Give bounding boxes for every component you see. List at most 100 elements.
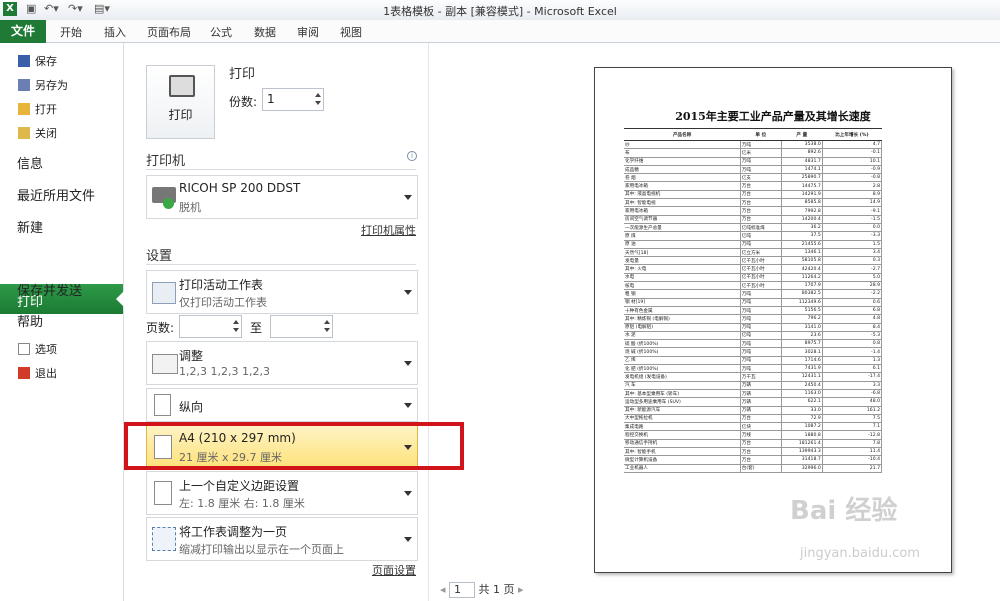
nav-save-as[interactable]: 另存为: [18, 77, 68, 93]
table-cell: 0.8: [822, 339, 883, 349]
table-cell: 亿吨: [739, 331, 782, 341]
copies-label: 份数:: [229, 95, 258, 109]
table-cell: 家用电冰箱: [624, 181, 741, 191]
table-cell: 硫 酸 (折100%): [624, 339, 741, 349]
table-cell: 3538.0: [781, 140, 823, 150]
table-cell: 原 油: [624, 240, 741, 249]
table-cell: 一次能源生产总量: [624, 223, 741, 233]
table-cell: -17.4: [822, 372, 883, 382]
page-setup-link[interactable]: 页面设置: [372, 562, 416, 578]
table-cell: 核电: [624, 281, 741, 291]
tab-page-layout[interactable]: 页面布局: [147, 24, 191, 40]
orientation-dropdown[interactable]: 纵向: [146, 388, 418, 422]
pages-from-spinner[interactable]: [179, 315, 242, 338]
printer-properties-link[interactable]: 打印机属性: [361, 222, 416, 238]
page-number-input[interactable]: 1: [449, 582, 476, 598]
table-row: 成品糖 万吨 1474.1 -0.9: [624, 165, 883, 175]
spin-down-icon[interactable]: [315, 101, 321, 105]
table-cell: 化学纤维: [624, 157, 741, 166]
nav-exit[interactable]: 退出: [18, 365, 57, 381]
tab-home[interactable]: 开始: [60, 24, 82, 40]
tab-review[interactable]: 审阅: [297, 24, 319, 40]
options-icon: [18, 343, 30, 355]
exit-icon: [18, 367, 30, 379]
table-cell: 139943.3: [781, 447, 823, 457]
table-row: 汽 车万辆 2450.4 3.3: [624, 381, 883, 390]
table-cell: 亿吨: [739, 231, 782, 241]
table-cell: 37.5: [781, 231, 823, 241]
table-cell: 万吨: [739, 289, 782, 299]
table-cell: 10.1: [822, 157, 883, 166]
copies-spinner[interactable]: 1: [262, 88, 324, 111]
table-cell: 21.7: [822, 464, 883, 473]
pages-to-spinner[interactable]: [270, 315, 333, 338]
table-cell: 万吨: [739, 298, 782, 307]
scaling-dropdown[interactable]: 将工作表调整为一页 缩减打印输出以显示在一个页面上: [146, 517, 418, 561]
table-cell: 42420.4: [781, 264, 823, 274]
table-cell: 万吨: [739, 347, 782, 357]
table-cell: 水电: [624, 273, 741, 283]
nav-open[interactable]: 打开: [18, 101, 57, 117]
tab-insert[interactable]: 插入: [104, 24, 126, 40]
table-cell: -3.3: [822, 231, 883, 241]
preview-table-body: 纱万吨 3538.0 4.7 布亿米 892.6 -0.1 化学纤维 万吨 4831.7 10.1…: [624, 140, 883, 473]
table-cell: 万线: [739, 430, 782, 440]
spin-up-icon[interactable]: [315, 93, 321, 97]
table-cell: 其中: 基本型乘用车 (轿车): [624, 389, 741, 399]
table-cell: 万吨: [739, 364, 782, 374]
table-cell: 万辆: [739, 397, 782, 407]
table-row: 纱万吨 3538.0 4.7: [624, 140, 883, 150]
tab-view[interactable]: 视图: [340, 24, 362, 40]
table-cell: 161.2: [822, 406, 883, 415]
collate-dropdown[interactable]: 调整 1,2,3 1,2,3 1,2,3: [146, 341, 418, 385]
table-cell: 布: [624, 148, 741, 158]
table-cell: 36.2: [781, 223, 823, 233]
table-cell: 5156.5: [781, 306, 823, 316]
nav-info[interactable]: 信息: [17, 153, 43, 172]
nav-save[interactable]: 保存: [18, 53, 57, 69]
nav-save-send[interactable]: 保存并发送: [17, 280, 82, 299]
preview-page: 2015年主要工业产品产量及其增长速度 产品名称 单 位 产 量 比上年增长 (…: [594, 67, 952, 573]
spin-down-icon[interactable]: [233, 328, 239, 332]
margins-dropdown[interactable]: 上一个自定义边距设置 左: 1.8 厘米 右: 1.8 厘米: [146, 471, 418, 515]
table-row: 硫 酸 (折100%) 万吨 8975.7 0.8: [624, 339, 883, 349]
spin-up-icon[interactable]: [233, 320, 239, 324]
title-bar: X ▣ ↶▾ ↷▾ ▤▾ 1表格模板 - 副本 [兼容模式] - Microso…: [0, 0, 1000, 21]
table-cell: 3141.0: [781, 323, 823, 332]
table-cell: 万台: [739, 215, 782, 224]
table-cell: 万吨: [739, 356, 782, 366]
nav-options[interactable]: 选项: [18, 341, 57, 357]
table-cell: 万台: [739, 439, 782, 449]
tab-formulas[interactable]: 公式: [210, 24, 232, 40]
table-row: 其中: 火电 亿千瓦小时 42420.4 -2.7: [624, 264, 883, 274]
table-cell: 25890.7: [781, 173, 823, 183]
spin-down-icon[interactable]: [324, 328, 330, 332]
printer-heading: 打印机: [146, 154, 186, 169]
table-cell: 1.5: [822, 240, 883, 249]
preview-table: 产品名称 单 位 产 量 比上年增长 (%) 纱万吨 3538.0 4.7 布亿米 89…: [624, 128, 883, 473]
nav-close[interactable]: 关闭: [18, 125, 57, 141]
table-cell: -1.4: [822, 347, 883, 357]
print-button[interactable]: 打印: [146, 65, 215, 139]
table-cell: 3.4: [822, 248, 883, 258]
table-cell: 112349.6: [781, 298, 823, 307]
nav-recent[interactable]: 最近所用文件: [17, 185, 95, 204]
nav-help[interactable]: 帮助: [17, 311, 43, 330]
portrait-page-icon: [154, 394, 171, 416]
table-cell: 万台: [739, 181, 782, 191]
next-page-icon[interactable]: ▸: [518, 583, 524, 596]
info-icon[interactable]: i: [407, 151, 417, 161]
print-scope-dropdown[interactable]: 打印活动工作表 仅打印活动工作表: [146, 270, 418, 314]
spin-up-icon[interactable]: [324, 320, 330, 324]
tab-data[interactable]: 数据: [254, 24, 276, 40]
tab-file[interactable]: 文件: [0, 20, 46, 43]
table-row: 其中: 智能电视 万台 8585.8 14.9: [624, 198, 883, 208]
table-cell: -0.1: [822, 148, 883, 158]
nav-new[interactable]: 新建: [17, 217, 43, 236]
table-cell: -2.7: [822, 264, 883, 274]
prev-page-icon[interactable]: ◂: [440, 583, 446, 596]
table-row: 水 泥亿吨 23.6 -5.3: [624, 331, 883, 341]
table-cell: 80382.5: [781, 289, 823, 299]
printer-dropdown[interactable]: RICOH SP 200 DDST 脱机: [146, 175, 418, 219]
table-cell: 11264.2: [781, 273, 823, 283]
